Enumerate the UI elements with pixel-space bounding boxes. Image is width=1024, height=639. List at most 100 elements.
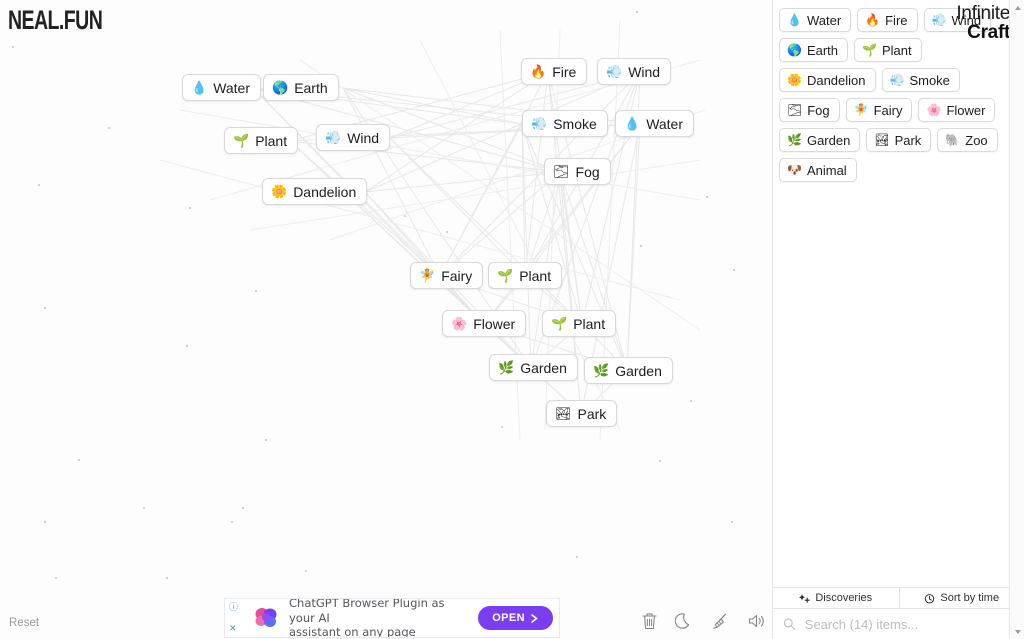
tab-discoveries[interactable]: Discoveries xyxy=(773,588,899,608)
infinite-craft-app: NEAL.FUN Reset 💧 Water 🌎 Earth 🌱 Plant 💨 Wind 🌼 D… xyxy=(0,0,1024,639)
board-item-label: Fog xyxy=(575,163,600,180)
plant-icon: 🌱 xyxy=(497,268,514,283)
plant-icon: 🌱 xyxy=(862,43,877,57)
sidebar-item-park[interactable]: 🏞 Park xyxy=(866,128,932,152)
board-item-label: Water xyxy=(213,79,251,96)
crafting-canvas[interactable]: NEAL.FUN Reset 💧 Water 🌎 Earth 🌱 Plant 💨 Wind 🌼 D… xyxy=(0,0,772,639)
board-item-water[interactable]: 💧 Water xyxy=(182,74,262,101)
park-icon: 🏞 xyxy=(874,133,890,147)
wind-icon: 💨 xyxy=(931,13,947,27)
logo-line-1: Infinite xyxy=(956,3,1010,24)
flower-icon: 🌸 xyxy=(926,103,942,117)
sidebar-item-label: Animal xyxy=(806,162,847,178)
sound-icon[interactable] xyxy=(746,611,766,631)
board-item-garden[interactable]: 🌿 Garden xyxy=(489,354,578,381)
tab-sort-by-time-label: Sort by time xyxy=(940,592,1000,604)
board-item-label: Earth xyxy=(294,79,328,96)
moon-icon[interactable] xyxy=(675,611,694,631)
sidebar-item-plant[interactable]: 🌱 Plant xyxy=(854,38,922,62)
board-item-park[interactable]: 🏞 Park xyxy=(546,400,618,427)
sidebar-item-flower[interactable]: 🌸 Flower xyxy=(918,98,996,122)
search-input[interactable] xyxy=(802,615,1014,633)
dandelion-icon: 🌼 xyxy=(787,73,802,87)
board-item-plant[interactable]: 🌱 Plant xyxy=(488,262,563,289)
earth-icon: 🌎 xyxy=(787,43,802,57)
board-item-garden[interactable]: 🌿 Garden xyxy=(584,357,673,384)
fog-icon: 🌫 xyxy=(553,164,570,179)
board-item-plant[interactable]: 🌱 Plant xyxy=(224,127,299,154)
sidebar-item-label: Park xyxy=(894,132,922,148)
trash-icon[interactable] xyxy=(640,611,659,631)
ad-line-2: assistant on any page xyxy=(289,625,416,638)
board-item-label: Fire xyxy=(552,63,577,80)
flower-icon: 🌸 xyxy=(451,316,468,331)
sidebar-item-smoke[interactable]: 💨 Smoke xyxy=(881,68,960,92)
earth-icon: 🌎 xyxy=(272,80,289,95)
fire-icon: 🔥 xyxy=(530,64,547,79)
park-icon: 🏞 xyxy=(555,406,572,421)
sidebar-item-label: Dandelion xyxy=(806,72,866,88)
board-item-plant[interactable]: 🌱 Plant xyxy=(542,310,617,337)
board-item-water[interactable]: 💧 Water xyxy=(615,110,695,137)
board-item-wind[interactable]: 💨 Wind xyxy=(316,124,391,151)
clock-icon xyxy=(925,593,935,603)
sidebar-item-label: Smoke xyxy=(909,72,950,88)
board-item-wind[interactable]: 💨 Wind xyxy=(597,58,672,85)
garden-icon: 🌿 xyxy=(593,363,610,378)
fairy-icon: 🧚 xyxy=(853,103,869,117)
fire-icon: 🔥 xyxy=(865,13,881,27)
sidebar-item-fire[interactable]: 🔥 Fire xyxy=(857,8,918,32)
ad-marks: ⓘ ✕ xyxy=(229,601,243,635)
sidebar-item-animal[interactable]: 🐶 Animal xyxy=(779,158,857,182)
ad-info-icon[interactable]: ⓘ xyxy=(229,603,243,612)
ad-open-label: OPEN xyxy=(492,612,525,624)
board-item-earth[interactable]: 🌎 Earth xyxy=(263,74,339,101)
water-icon: 💧 xyxy=(624,116,641,131)
ad-close-icon[interactable]: ✕ xyxy=(229,624,243,633)
ad-text: ChatGPT Browser Plugin as your AI assist… xyxy=(289,599,470,638)
zoo-icon: 🐘 xyxy=(945,133,961,147)
broom-icon[interactable] xyxy=(710,611,730,631)
chevron-right-icon xyxy=(531,613,538,623)
scroll-down-arrow[interactable] xyxy=(1010,624,1024,639)
sidebar-item-earth[interactable]: 🌎 Earth xyxy=(779,38,849,62)
sidebar-item-label: Earth xyxy=(806,42,839,58)
board-item-label: Park xyxy=(577,405,607,422)
sidebar-item-label: Fog xyxy=(807,102,830,118)
board-item-label: Plant xyxy=(255,132,288,149)
ad-banner[interactable]: ⓘ ✕ ChatGPT Browser Plugin as your AI as… xyxy=(224,598,560,638)
sidebar-item-label: Garden xyxy=(806,132,851,148)
board-item-label: Smoke xyxy=(553,115,597,132)
search-row[interactable] xyxy=(773,609,1024,639)
reset-link[interactable]: Reset xyxy=(9,617,39,629)
sidebar-item-garden[interactable]: 🌿 Garden xyxy=(779,128,861,152)
scroll-up-arrow[interactable] xyxy=(1010,0,1024,15)
sidebar-item-water[interactable]: 💧 Water xyxy=(779,8,852,32)
wind-icon: 💨 xyxy=(606,64,623,79)
board-item-dandelion[interactable]: 🌼 Dandelion xyxy=(262,178,368,205)
board-item-label: Dandelion xyxy=(293,183,357,200)
board-item-fairy[interactable]: 🧚 Fairy xyxy=(410,262,484,289)
discovered-items-list[interactable]: 💧 Water 🔥 Fire 💨 Wind 🌎 Earth 🌱 Plant 🌼 Dandelion 💨 S… xyxy=(773,0,1024,587)
smoke-icon: 💨 xyxy=(889,73,905,87)
fog-icon: 🌫 xyxy=(787,103,803,117)
sidebar-tabs: Discoveries Sort by time xyxy=(773,587,1024,609)
sidebar-item-dandelion[interactable]: 🌼 Dandelion xyxy=(779,68,876,92)
sidebar-item-zoo[interactable]: 🐘 Zoo xyxy=(937,128,998,152)
particle-dots xyxy=(12,11,735,579)
board-item-fire[interactable]: 🔥 Fire xyxy=(521,58,588,85)
sidebar-item-label: Zoo xyxy=(965,132,988,148)
plant-icon: 🌱 xyxy=(551,316,568,331)
sidebar-item-fairy[interactable]: 🧚 Fairy xyxy=(845,98,913,122)
page-scrollbar[interactable] xyxy=(1009,0,1024,639)
sidebar-item-fog[interactable]: 🌫 Fog xyxy=(779,98,840,122)
ad-brain-logo xyxy=(251,603,281,633)
neal-fun-logo[interactable]: NEAL.FUN xyxy=(8,6,103,37)
board-item-flower[interactable]: 🌸 Flower xyxy=(442,310,527,337)
ad-open-button[interactable]: OPEN xyxy=(478,606,553,630)
board-item-fog[interactable]: 🌫 Fog xyxy=(544,158,611,185)
tab-discoveries-label: Discoveries xyxy=(815,592,873,604)
tab-sort-by-time[interactable]: Sort by time xyxy=(898,588,1024,608)
board-item-smoke[interactable]: 💨 Smoke xyxy=(522,110,608,137)
garden-icon: 🌿 xyxy=(787,133,802,147)
